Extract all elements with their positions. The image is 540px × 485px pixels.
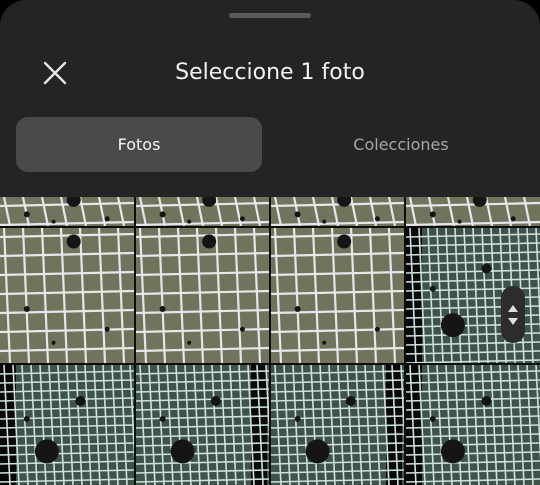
photo-grid (0, 197, 540, 485)
photo-thumbnail[interactable] (136, 197, 269, 226)
tab-bar: Fotos Colecciones (16, 117, 524, 172)
photo-thumbnail[interactable] (0, 365, 134, 485)
photo-thumbnail[interactable] (271, 197, 404, 226)
photo-thumbnail[interactable] (0, 228, 134, 363)
tab-colecciones[interactable]: Colecciones (278, 117, 524, 172)
photo-thumbnail[interactable] (271, 365, 404, 485)
updown-scroll-icon (508, 304, 518, 325)
drag-handle[interactable] (229, 13, 311, 18)
photo-thumbnail[interactable] (271, 228, 404, 363)
sheet-title: Seleccione 1 foto (175, 60, 365, 85)
photo-picker-sheet: Seleccione 1 foto Fotos Colecciones (0, 0, 540, 485)
photo-thumbnail[interactable] (406, 197, 540, 226)
tab-fotos[interactable]: Fotos (16, 117, 262, 172)
photo-thumbnail[interactable] (136, 228, 269, 363)
photo-thumbnail[interactable] (406, 365, 540, 485)
photo-thumbnail[interactable] (136, 365, 269, 485)
fast-scroll-handle[interactable] (501, 286, 525, 343)
photo-thumbnail[interactable] (0, 197, 134, 226)
